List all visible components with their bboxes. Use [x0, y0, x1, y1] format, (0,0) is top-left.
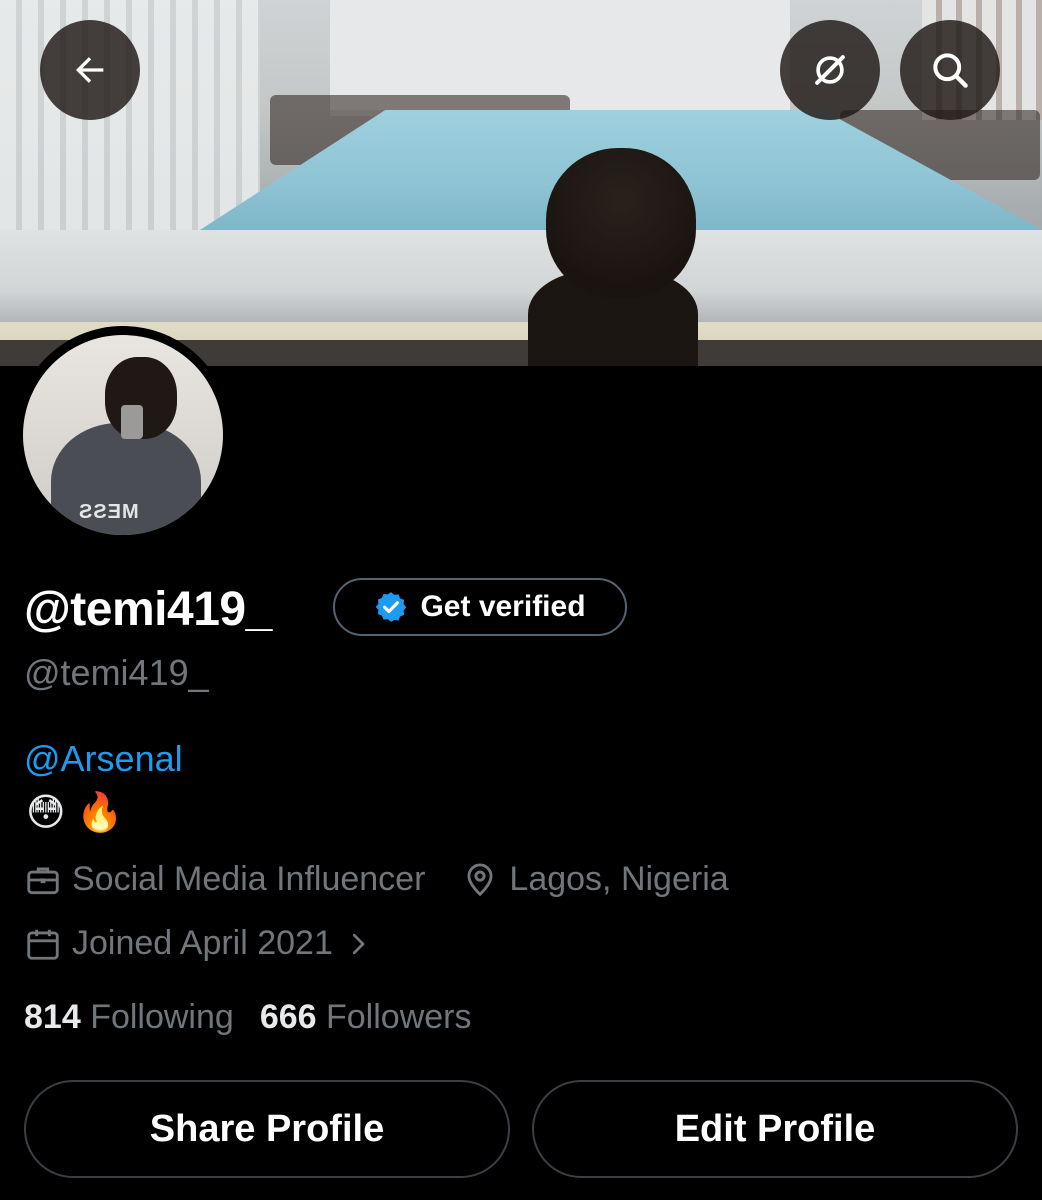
avatar-shirt-logo: ƧƧƎM — [79, 501, 140, 523]
bio-emojis: 😳 🔥 — [26, 792, 124, 834]
grok-icon — [815, 55, 845, 85]
following-count: 814 — [24, 998, 81, 1036]
followers-stat[interactable]: 666 Followers — [260, 998, 472, 1037]
joined-item[interactable]: Joined April 2021 — [24, 924, 373, 963]
back-button[interactable] — [40, 20, 140, 120]
get-verified-button[interactable]: Get verified — [333, 578, 627, 636]
banner-wall-left — [0, 0, 260, 230]
briefcase-icon — [27, 866, 59, 894]
search-button[interactable] — [900, 20, 1000, 120]
location-item: Lagos, Nigeria — [461, 860, 729, 899]
following-label: Following — [90, 998, 234, 1036]
profile-banner[interactable] — [0, 0, 1042, 366]
profession-text: Social Media Influencer — [72, 860, 426, 898]
profile-meta-row-2[interactable]: Joined April 2021 — [24, 924, 409, 963]
profession-item: Social Media Influencer — [24, 860, 425, 899]
avatar-phone — [121, 405, 143, 439]
share-profile-button[interactable]: Share Profile — [24, 1080, 510, 1178]
banner-person-head — [546, 148, 696, 298]
get-verified-label: Get verified — [420, 590, 586, 623]
profile-meta-row-1: Social Media Influencer Lagos, Nigeria — [24, 860, 765, 899]
profile-handle: @temi419_ — [24, 652, 209, 693]
joined-text: Joined April 2021 — [72, 924, 333, 962]
location-pin-icon — [467, 863, 493, 896]
grok-button[interactable] — [780, 20, 880, 120]
search-icon — [933, 53, 968, 88]
display-name: @temi419_ — [24, 583, 272, 636]
followers-label: Followers — [326, 998, 472, 1036]
bio-mention-link[interactable]: @Arsenal — [24, 738, 183, 780]
follow-stats: 814 Following 666 Followers — [24, 998, 471, 1037]
following-stat[interactable]: 814 Following — [24, 998, 234, 1037]
arrow-left-icon — [76, 57, 104, 83]
avatar[interactable]: ƧƧƎM — [14, 326, 232, 544]
followers-count: 666 — [259, 998, 317, 1036]
calendar-icon — [27, 929, 59, 960]
avatar-photo: ƧƧƎM — [23, 335, 223, 535]
edit-profile-button[interactable]: Edit Profile — [532, 1080, 1018, 1178]
location-text: Lagos, Nigeria — [509, 860, 729, 898]
chevron-right-icon — [352, 933, 365, 954]
verified-badge-icon — [376, 592, 407, 622]
